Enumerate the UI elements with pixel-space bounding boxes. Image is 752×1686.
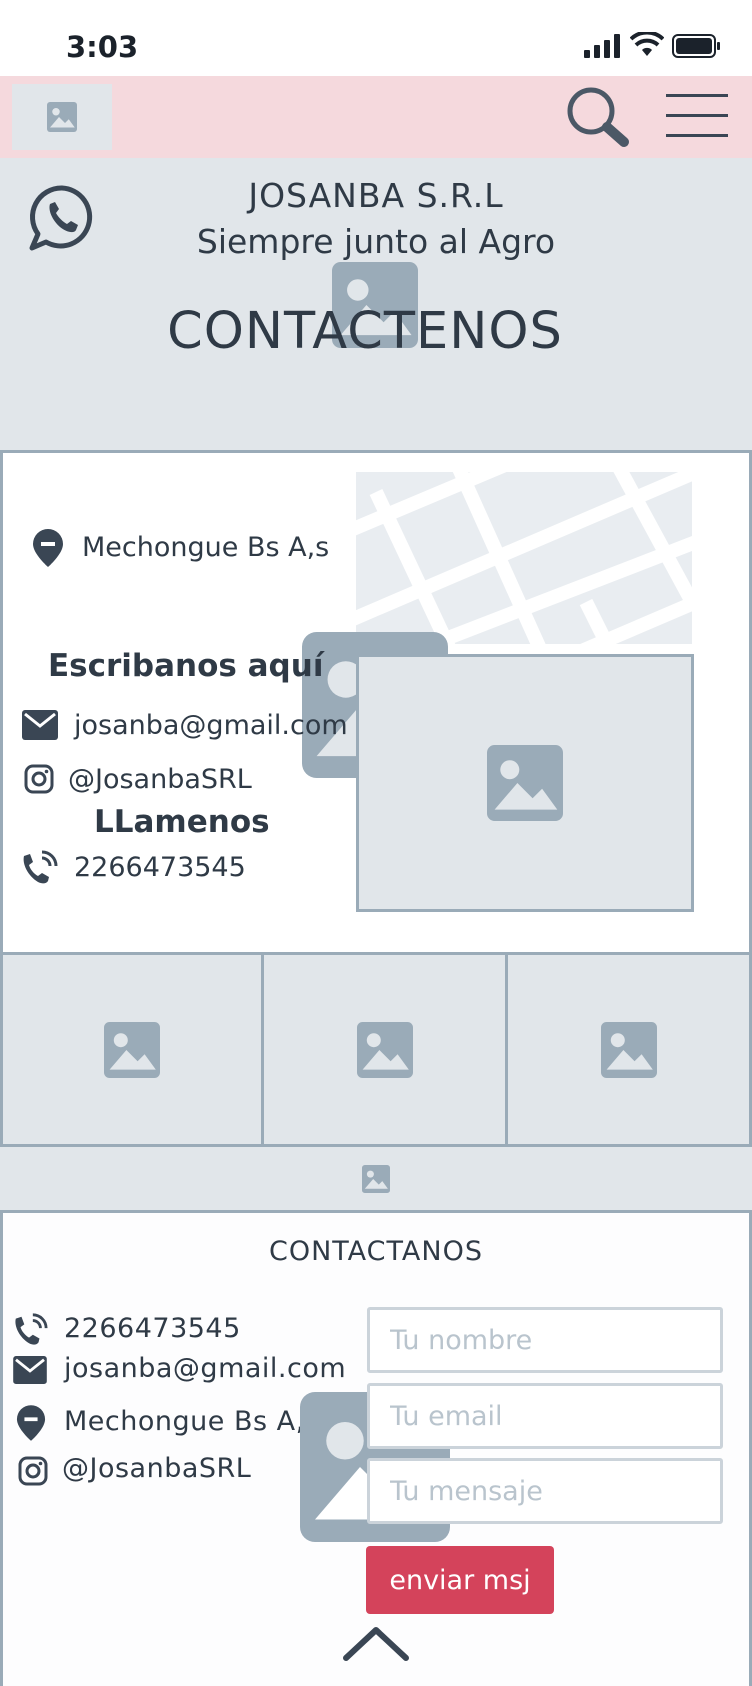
footer-title: CONTACTANOS	[268, 1236, 483, 1267]
phone-icon	[23, 850, 58, 884]
status-time: 3:03	[66, 30, 139, 64]
map[interactable]	[356, 472, 692, 644]
image-placeholder-icon	[104, 1021, 160, 1078]
email-icon	[13, 1356, 47, 1384]
phone-icon	[15, 1313, 48, 1345]
search-icon[interactable]	[566, 86, 630, 148]
wifi-icon	[630, 32, 664, 56]
image-placeholder-icon	[47, 102, 77, 132]
navbar	[0, 76, 752, 158]
instagram-icon	[18, 1456, 48, 1486]
battery-icon	[672, 34, 720, 58]
gallery-item[interactable]	[264, 955, 508, 1144]
hamburger-menu-icon[interactable]	[666, 94, 728, 138]
call-heading: LLamenos	[94, 804, 270, 840]
location-pin-icon	[33, 529, 63, 567]
image-placeholder-icon	[356, 1021, 413, 1078]
footer-location: Mechongue Bs A,s	[64, 1406, 320, 1437]
send-message-button[interactable]: enviar msj	[366, 1546, 554, 1614]
image-placeholder-icon	[600, 1021, 657, 1078]
message-input[interactable]	[367, 1458, 723, 1524]
name-input[interactable]	[367, 1307, 723, 1373]
email-link[interactable]: josanba@gmail.com	[74, 710, 348, 741]
footer-instagram[interactable]: @JosanbaSRL	[62, 1453, 251, 1484]
image-placeholder-icon	[362, 1164, 390, 1193]
footer-email[interactable]: josanba@gmail.com	[64, 1353, 346, 1384]
instagram-link[interactable]: @JosanbaSRL	[68, 764, 252, 795]
brand-name: JOSANBA S.R.L	[248, 176, 504, 215]
gallery-item[interactable]	[508, 955, 749, 1144]
logo[interactable]	[12, 84, 112, 150]
location-text: Mechongue Bs A,s	[82, 532, 330, 563]
email-icon	[22, 710, 58, 740]
image-placeholder-icon	[487, 745, 563, 821]
banner	[0, 1147, 752, 1213]
location-pin-icon	[16, 1405, 46, 1441]
email-input[interactable]	[367, 1383, 723, 1449]
write-heading: Escribanos aquí	[48, 648, 324, 684]
gallery-item[interactable]	[3, 955, 264, 1144]
instagram-icon	[24, 764, 54, 794]
gallery	[0, 955, 752, 1147]
brand-tagline: Siempre junto al Agro	[196, 222, 556, 261]
chevron-up-icon[interactable]	[342, 1624, 410, 1664]
page-title: CONTACTENOS	[167, 302, 563, 361]
signal-icon	[584, 34, 620, 58]
phone-link[interactable]: 2266473545	[74, 852, 246, 883]
footer-phone[interactable]: 2266473545	[64, 1313, 241, 1344]
featured-image	[356, 654, 694, 912]
